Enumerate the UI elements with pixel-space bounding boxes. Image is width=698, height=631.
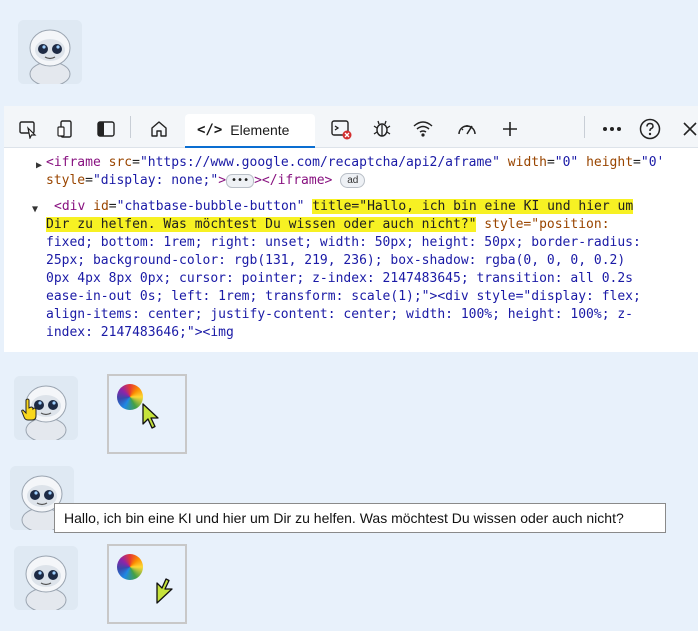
ad-badge[interactable]: ad <box>340 173 366 188</box>
collapsed-ellipsis-icon[interactable]: ••• <box>226 173 255 188</box>
expand-triangle-icon[interactable]: ▶ <box>36 157 42 175</box>
help-icon[interactable] <box>638 117 662 141</box>
dom-node-iframe[interactable]: <iframe src="https://www.google.com/reca… <box>46 154 664 172</box>
highlighted-title-attr-cont: Dir zu helfen. Was möchtest Du wissen od… <box>46 217 477 232</box>
hand-cursor-icon <box>20 398 38 427</box>
highlighted-title-attr: title="Hallo, ich bin eine KI und hier u… <box>312 199 634 214</box>
dom-line: index: 2147483646;"><img <box>46 325 234 340</box>
network-icon[interactable] <box>411 117 435 141</box>
home-icon[interactable] <box>147 117 171 141</box>
attr-name: id <box>93 199 109 214</box>
busy-wheel-icon <box>117 554 143 580</box>
chatbot-avatar[interactable] <box>14 546 78 610</box>
close-icon[interactable] <box>678 117 698 141</box>
toolbar-separator <box>130 116 131 138</box>
tag-close: ></iframe> <box>254 173 333 188</box>
performance-icon[interactable] <box>455 117 479 141</box>
attr-value: "0" <box>554 155 579 170</box>
title-tooltip: Hallo, ich bin eine KI und hier um Dir z… <box>54 503 666 533</box>
console-icon[interactable] <box>329 117 353 141</box>
dom-line: align-items: center; justify-content: ce… <box>46 307 633 322</box>
attr-name: style <box>46 173 86 188</box>
tag-open: <div <box>54 199 86 214</box>
dom-line: 0px 4px 8px 0px; cursor: pointer; z-inde… <box>46 271 633 286</box>
sidebar-icon[interactable] <box>94 117 118 141</box>
attr-value: "https://www.google.com/recaptcha/api2/a… <box>139 155 500 170</box>
cursor-preview-box <box>107 544 187 624</box>
attr-name: height <box>586 155 634 170</box>
tag-open: <iframe <box>46 155 101 170</box>
plus-icon[interactable] <box>498 117 522 141</box>
dom-node-div[interactable]: <div id="chatbase-bubble-button" title="… <box>54 198 634 216</box>
attr-value: "chatbase-bubble-button" <box>116 199 305 214</box>
attr-style: style="position: <box>484 217 610 232</box>
attr-name: width <box>507 155 547 170</box>
dom-line: fixed; bottom: 1rem; right: unset; width… <box>46 235 641 250</box>
arrow-cursor-icon <box>141 402 161 435</box>
cursor-preview-box <box>107 374 187 454</box>
elements-icon: </> <box>197 122 223 138</box>
dom-node-iframe-cont: style="display: none;"> ••• ></iframe> ad <box>46 172 366 190</box>
dom-line: 25px; background-color: rgb(131, 219, 23… <box>46 253 626 268</box>
device-emulation-icon[interactable] <box>54 117 78 141</box>
dom-line: ease-in-out 0s; left: 1rem; transform: s… <box>46 289 641 304</box>
attr-value: "0' <box>640 155 665 170</box>
attr-value: "display: none;" <box>92 173 219 188</box>
devtools-toolbar: </> Elemente <box>4 106 698 148</box>
tab-elements-label: Elemente <box>230 122 290 138</box>
chatbot-avatar[interactable] <box>18 20 82 84</box>
toolbar-separator-2 <box>584 116 585 138</box>
arrow-cursor-icon <box>155 572 175 605</box>
busy-wheel-icon <box>117 384 143 410</box>
dom-line: Dir zu helfen. Was möchtest Du wissen od… <box>46 216 610 234</box>
bug-icon[interactable] <box>370 117 394 141</box>
inspect-icon[interactable] <box>16 117 40 141</box>
attr-name: src <box>108 155 133 170</box>
more-icon[interactable] <box>600 117 624 141</box>
collapse-triangle-icon[interactable]: ▼ <box>32 201 38 219</box>
tab-elements[interactable]: </> Elemente <box>185 114 315 148</box>
devtools-panel: </> Elemente ▶ <iframe src="https://www.… <box>4 106 698 352</box>
